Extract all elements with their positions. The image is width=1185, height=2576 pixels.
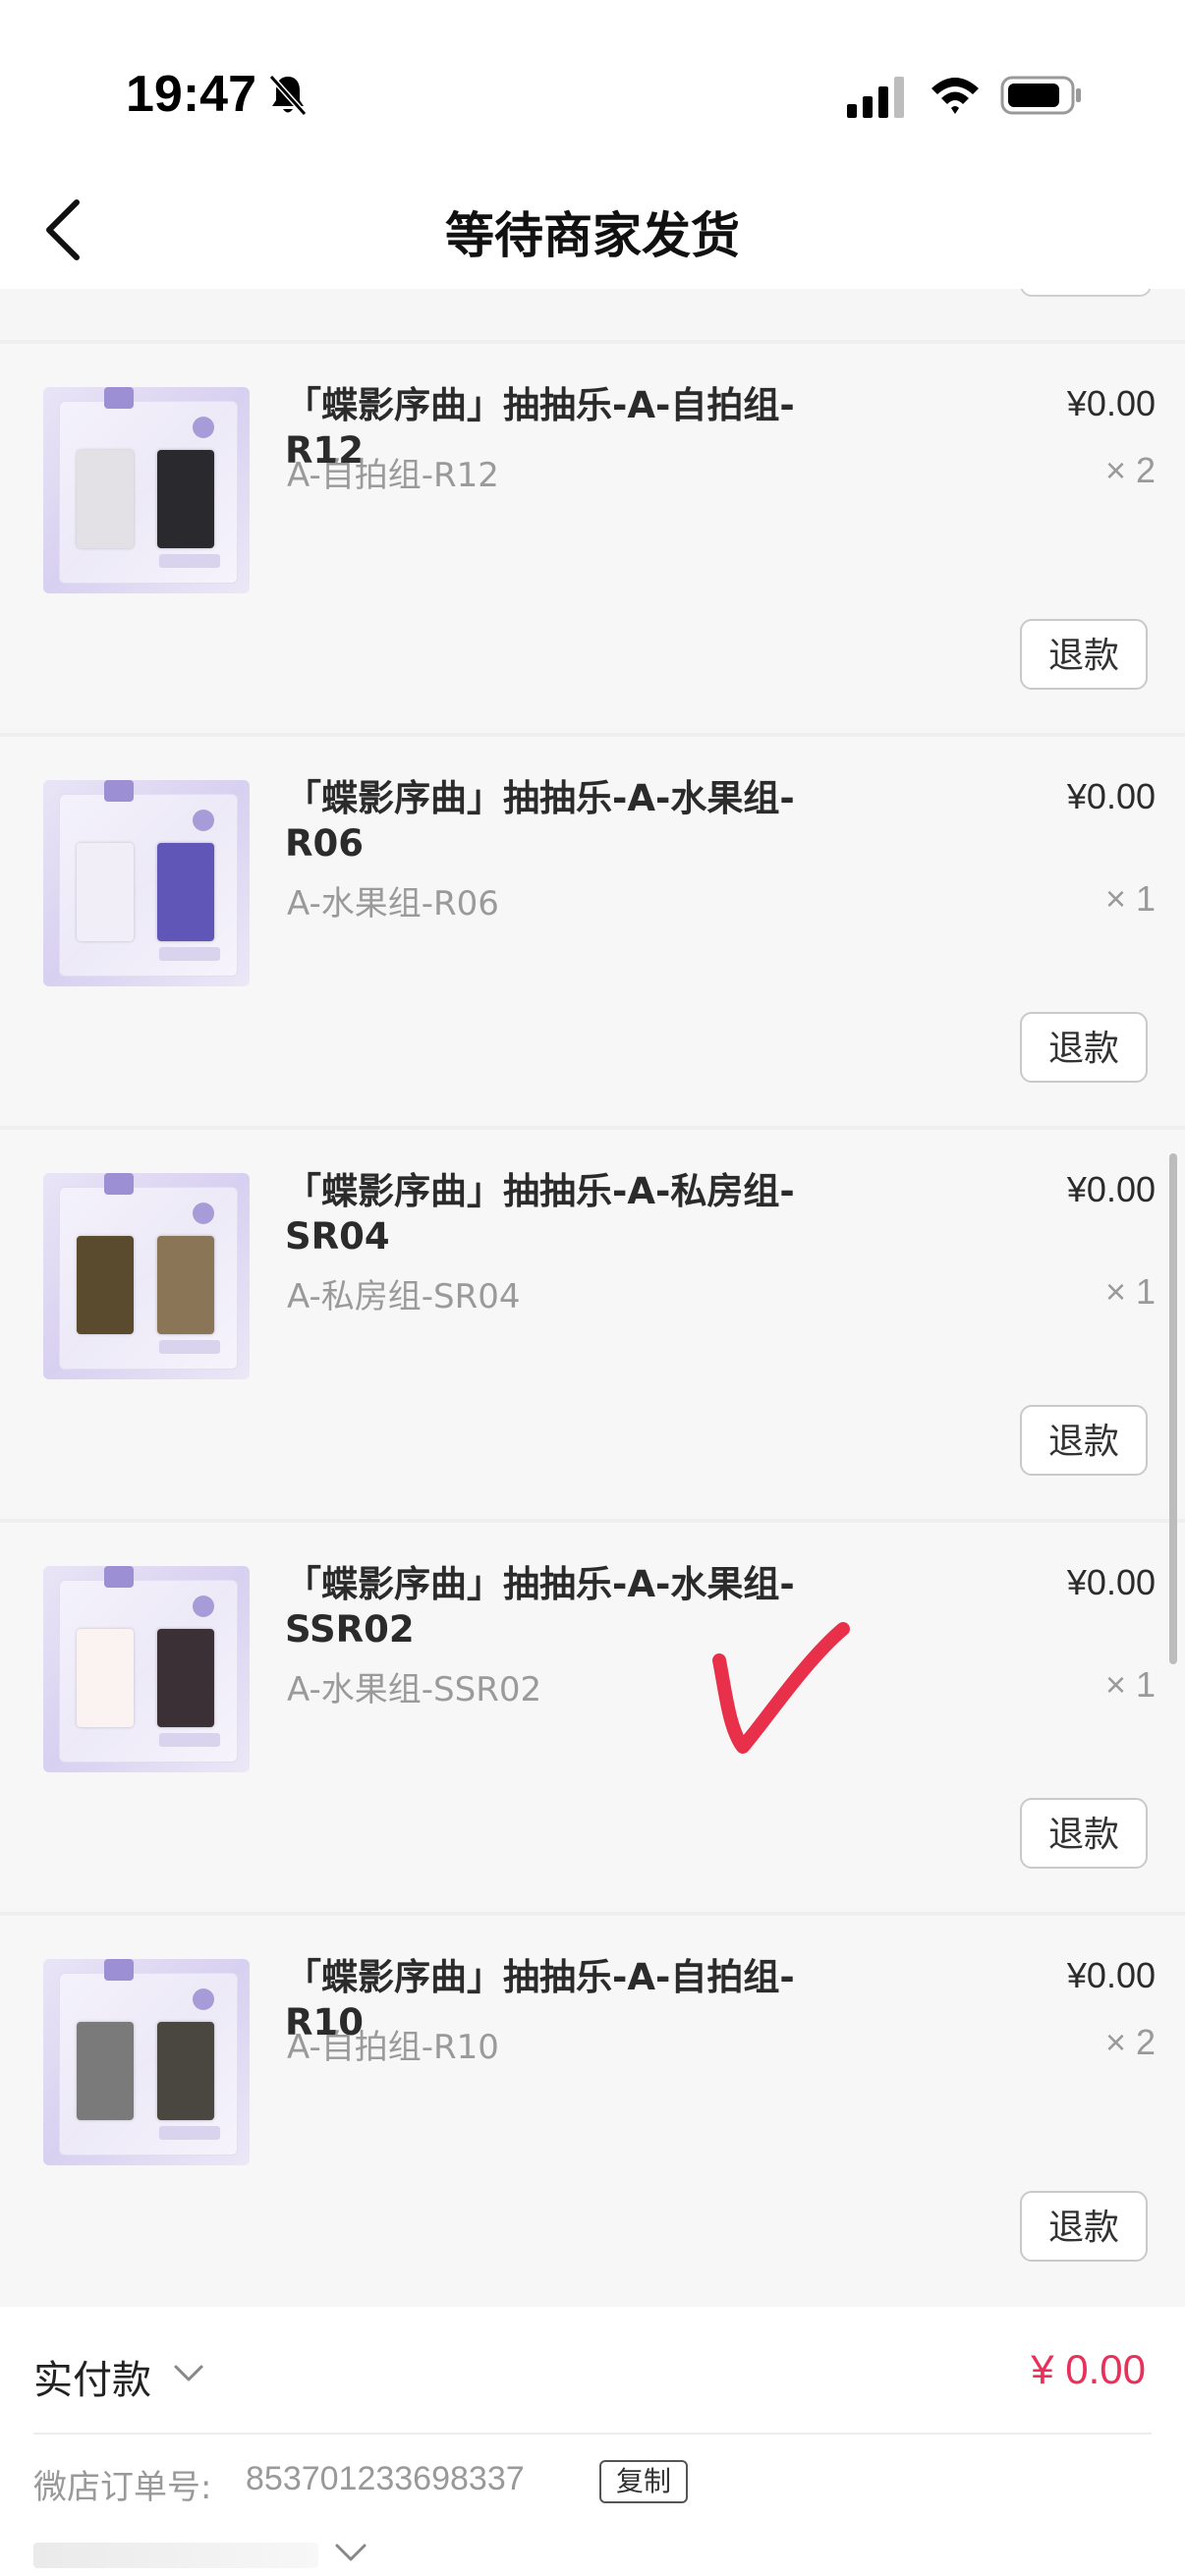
- chevron-down-icon[interactable]: [334, 2543, 367, 2564]
- order-number: 853701233698337: [246, 2460, 525, 2497]
- thumbnail-caption: [159, 947, 220, 961]
- chevron-down-icon[interactable]: [173, 2364, 204, 2383]
- thumbnail-badge: [104, 780, 134, 802]
- thumbnail-card-left: [77, 1236, 134, 1334]
- divider: [0, 1912, 1185, 1916]
- item-quantity: × 2: [1104, 2022, 1156, 2062]
- divider: [0, 733, 1185, 737]
- thumbnail-letter-badge: [193, 1596, 214, 1617]
- thumbnail-badge: [104, 1173, 134, 1195]
- thumbnail-card-left: [77, 450, 134, 548]
- refund-button[interactable]: 退款: [1020, 1012, 1148, 1083]
- paid-label: 实付款: [33, 2358, 151, 2403]
- thumbnail-card-left: [77, 843, 134, 941]
- thumbnail-card-right: [157, 2022, 214, 2120]
- item-price: ¥0.00: [1066, 1955, 1156, 1995]
- list-item: 「蝶影序曲」抽抽乐-A-水果组-SSR02 A-水果组-SSR02 ¥0.00 …: [0, 1519, 1185, 1908]
- thumbnail-card-right: [157, 450, 214, 548]
- page-title: 等待商家发货: [445, 207, 740, 264]
- refund-button[interactable]: 退款: [1020, 2191, 1148, 2262]
- item-spec: A-水果组-R06: [287, 884, 499, 924]
- thumbnail-caption: [159, 2126, 220, 2140]
- thumbnail-caption: [159, 1340, 220, 1354]
- paid-amount: ¥ 0.00: [1031, 2346, 1146, 2392]
- divider: [0, 1126, 1185, 1130]
- list-item: 「蝶影序曲」抽抽乐-A-水果组-R06 A-水果组-R06 ¥0.00 × 1 …: [0, 733, 1185, 1122]
- navigation-bar: 等待商家发货: [0, 167, 1185, 289]
- list-item: 「蝶影序曲」抽抽乐-A-自拍组-R12 A-自拍组-R12 ¥0.00 × 2 …: [0, 340, 1185, 729]
- refund-button-partial[interactable]: [1020, 289, 1152, 297]
- item-quantity: × 1: [1104, 878, 1156, 919]
- item-spec: A-自拍组-R12: [287, 456, 499, 495]
- refund-button[interactable]: 退款: [1020, 1405, 1148, 1476]
- product-thumbnail[interactable]: [43, 780, 250, 986]
- thumbnail-letter-badge: [193, 1988, 214, 2010]
- item-spec: A-私房组-SR04: [287, 1277, 521, 1316]
- thumbnail-card-left: [77, 2022, 134, 2120]
- battery-icon: [1000, 76, 1081, 115]
- thumbnail-badge: [104, 1959, 134, 1981]
- cellular-signal-icon: [847, 77, 904, 118]
- item-quantity: × 2: [1104, 450, 1156, 490]
- item-quantity: × 1: [1104, 1664, 1156, 1705]
- item-price: ¥0.00: [1066, 776, 1156, 816]
- status-bar: 19:47: [0, 0, 1185, 167]
- item-price: ¥0.00: [1066, 1169, 1156, 1209]
- thumbnail-letter-badge: [193, 810, 214, 831]
- thumbnail-letter-badge: [193, 1203, 214, 1224]
- checkmark-icon: [712, 1622, 850, 1754]
- thumbnail-card-right: [157, 1236, 214, 1334]
- thumbnail-badge: [104, 387, 134, 409]
- refund-button[interactable]: 退款: [1020, 1798, 1148, 1869]
- product-thumbnail[interactable]: [43, 1173, 250, 1379]
- item-quantity: × 1: [1104, 1271, 1156, 1312]
- thumbnail-badge: [104, 1566, 134, 1588]
- order-item-list[interactable]: 「蝶影序曲」抽抽乐-A-自拍组-R12 A-自拍组-R12 ¥0.00 × 2 …: [0, 289, 1185, 2307]
- thumbnail-card-right: [157, 843, 214, 941]
- bell-slash-icon: [268, 74, 308, 117]
- item-spec: A-自拍组-R10: [287, 2028, 499, 2067]
- thumbnail-caption: [159, 554, 220, 568]
- list-item: 「蝶影序曲」抽抽乐-A-私房组-SR04 A-私房组-SR04 ¥0.00 × …: [0, 1126, 1185, 1515]
- divider: [33, 2433, 1152, 2435]
- order-number-label: 微店订单号:: [33, 2468, 212, 2507]
- product-thumbnail[interactable]: [43, 387, 250, 593]
- item-spec: A-水果组-SSR02: [287, 1670, 542, 1709]
- item-price: ¥0.00: [1066, 383, 1156, 423]
- divider: [0, 1519, 1185, 1523]
- divider: [0, 340, 1185, 344]
- thumbnail-card-right: [157, 1629, 214, 1727]
- faded-text: [33, 2543, 318, 2568]
- copy-button[interactable]: 复制: [599, 2460, 688, 2503]
- order-summary: 实付款 ¥ 0.00 微店订单号: 853701233698337 复制: [0, 2307, 1185, 2576]
- wifi-icon: [931, 78, 979, 114]
- item-title: 「蝶影序曲」抽抽乐-A-水果组-R06: [285, 777, 795, 865]
- product-thumbnail[interactable]: [43, 1959, 250, 2165]
- scrollbar[interactable]: [1169, 1153, 1177, 1664]
- status-time: 19:47: [126, 66, 256, 123]
- thumbnail-caption: [159, 1733, 220, 1747]
- thumbnail-card-left: [77, 1629, 134, 1727]
- product-thumbnail[interactable]: [43, 1566, 250, 1772]
- thumbnail-letter-badge: [193, 417, 214, 438]
- list-item: 「蝶影序曲」抽抽乐-A-自拍组-R10 A-自拍组-R10 ¥0.00 × 2 …: [0, 1912, 1185, 2301]
- item-price: ¥0.00: [1066, 1562, 1156, 1602]
- refund-button[interactable]: 退款: [1020, 619, 1148, 690]
- item-title: 「蝶影序曲」抽抽乐-A-私房组-SR04: [285, 1170, 795, 1258]
